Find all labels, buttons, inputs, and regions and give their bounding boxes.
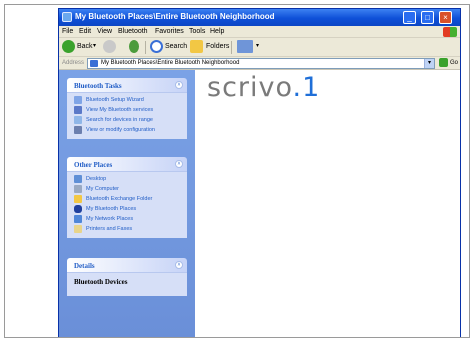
forward-arrow-icon[interactable]	[103, 40, 116, 53]
title-bar[interactable]: My Bluetooth Places\Entire Bluetooth Nei…	[59, 9, 460, 26]
menu-tools[interactable]: Tools	[189, 28, 205, 35]
place-label[interactable]: Printers and Faxes	[86, 226, 132, 232]
place-bluetooth-places[interactable]: My Bluetooth Places	[67, 204, 187, 214]
task-label[interactable]: Bluetooth Setup Wizard	[86, 97, 144, 103]
address-value[interactable]: My Bluetooth Places\Entire Bluetooth Nei…	[101, 60, 239, 66]
back-button[interactable]: Back	[77, 43, 93, 50]
maximize-button[interactable]: □	[421, 11, 434, 24]
window-title: My Bluetooth Places\Entire Bluetooth Nei…	[75, 12, 275, 21]
details-text: Bluetooth Devices	[74, 278, 128, 286]
place-label[interactable]: Bluetooth Exchange Folder	[86, 196, 152, 202]
folders-button[interactable]: Folders	[206, 43, 229, 50]
place-label[interactable]: My Network Places	[86, 216, 133, 222]
toolbar-separator	[145, 41, 146, 54]
up-folder-icon[interactable]	[129, 40, 139, 53]
panel-title: Other Places	[74, 161, 113, 169]
logo-number: .1	[292, 72, 321, 103]
printer-icon	[74, 225, 82, 233]
task-view-configuration[interactable]: View or modify configuration	[67, 125, 187, 135]
menu-edit[interactable]: Edit	[79, 28, 91, 35]
panel-title: Bluetooth Tasks	[74, 82, 122, 90]
screenshot-frame: My Bluetooth Places\Entire Bluetooth Nei…	[4, 4, 470, 338]
search-button[interactable]: Search	[165, 43, 187, 50]
panel-body: Bluetooth Setup Wizard View My Bluetooth…	[67, 93, 187, 139]
bluetooth-icon	[74, 205, 82, 213]
network-icon	[74, 215, 82, 223]
details-panel: Details ˄ Bluetooth Devices	[67, 258, 187, 296]
go-arrow-icon[interactable]	[439, 58, 448, 67]
other-places-panel: Other Places ˄ Desktop My Computer Bluet…	[67, 157, 187, 238]
address-field[interactable]: My Bluetooth Places\Entire Bluetooth Nei…	[87, 58, 435, 69]
toolbar-separator	[231, 41, 232, 54]
menu-file[interactable]: File	[62, 28, 73, 35]
place-label[interactable]: Desktop	[86, 176, 106, 182]
desktop-icon	[74, 175, 82, 183]
task-setup-wizard[interactable]: Bluetooth Setup Wizard	[67, 95, 187, 105]
address-bar: Address My Bluetooth Places\Entire Bluet…	[59, 57, 460, 70]
task-label[interactable]: View or modify configuration	[86, 127, 155, 133]
menu-favorites[interactable]: Favorites	[155, 28, 184, 35]
task-pane: Bluetooth Tasks ˄ Bluetooth Setup Wizard…	[59, 70, 195, 337]
bluetooth-services-icon	[74, 106, 82, 114]
address-label: Address	[62, 60, 85, 66]
back-arrow-icon[interactable]	[62, 40, 75, 53]
minimize-button[interactable]: _	[403, 11, 416, 24]
menu-bluetooth[interactable]: Bluetooth	[118, 28, 148, 35]
configuration-icon	[74, 126, 82, 134]
task-label[interactable]: View My Bluetooth services	[86, 107, 153, 113]
bluetooth-tasks-header[interactable]: Bluetooth Tasks ˄	[67, 78, 187, 93]
address-dropdown-icon[interactable]: ▾	[424, 59, 434, 68]
computer-icon	[74, 185, 82, 193]
menu-help[interactable]: Help	[210, 28, 224, 35]
bluetooth-folder-icon	[62, 12, 72, 22]
content-area[interactable]: scrivo.1	[195, 70, 460, 337]
scrivo-logo: scrivo.1	[207, 72, 320, 103]
panel-body: Bluetooth Devices	[67, 273, 187, 296]
place-desktop[interactable]: Desktop	[67, 174, 187, 184]
panel-body: Desktop My Computer Bluetooth Exchange F…	[67, 172, 187, 238]
collapse-chevron-icon[interactable]: ˄	[175, 160, 183, 168]
place-network-places[interactable]: My Network Places	[67, 214, 187, 224]
place-label[interactable]: My Computer	[86, 186, 119, 192]
place-printers-faxes[interactable]: Printers and Faxes	[67, 224, 187, 234]
panel-title: Details	[74, 262, 95, 270]
go-button[interactable]: Go	[450, 60, 458, 66]
bluetooth-tasks-panel: Bluetooth Tasks ˄ Bluetooth Setup Wizard…	[67, 78, 187, 139]
collapse-chevron-icon[interactable]: ˄	[175, 81, 183, 89]
folder-icon	[74, 195, 82, 203]
wizard-icon	[74, 96, 82, 104]
place-exchange-folder[interactable]: Bluetooth Exchange Folder	[67, 194, 187, 204]
back-dropdown-icon[interactable]: ▾	[93, 42, 96, 49]
bluetooth-folder-icon	[90, 60, 98, 67]
folders-icon[interactable]	[190, 40, 203, 53]
search-devices-icon	[74, 116, 82, 124]
menu-view[interactable]: View	[97, 28, 112, 35]
details-header[interactable]: Details ˄	[67, 258, 187, 273]
views-icon[interactable]	[237, 40, 253, 53]
toolbar: Back ▾ Search Folders ▾	[59, 38, 460, 57]
views-dropdown-icon[interactable]: ▾	[256, 42, 259, 49]
task-search-devices[interactable]: Search for devices in range	[67, 115, 187, 125]
place-my-computer[interactable]: My Computer	[67, 184, 187, 194]
windows-logo-icon	[443, 27, 457, 37]
place-label[interactable]: My Bluetooth Places	[86, 206, 136, 212]
other-places-header[interactable]: Other Places ˄	[67, 157, 187, 172]
close-button[interactable]: ×	[439, 11, 452, 24]
explorer-window: My Bluetooth Places\Entire Bluetooth Nei…	[58, 8, 461, 337]
collapse-chevron-icon[interactable]: ˄	[175, 261, 183, 269]
search-icon[interactable]	[150, 40, 163, 53]
logo-text: scrivo	[207, 72, 293, 103]
task-label[interactable]: Search for devices in range	[86, 117, 153, 123]
menu-bar: File Edit View Bluetooth Favorites Tools…	[59, 26, 460, 38]
task-view-services[interactable]: View My Bluetooth services	[67, 105, 187, 115]
